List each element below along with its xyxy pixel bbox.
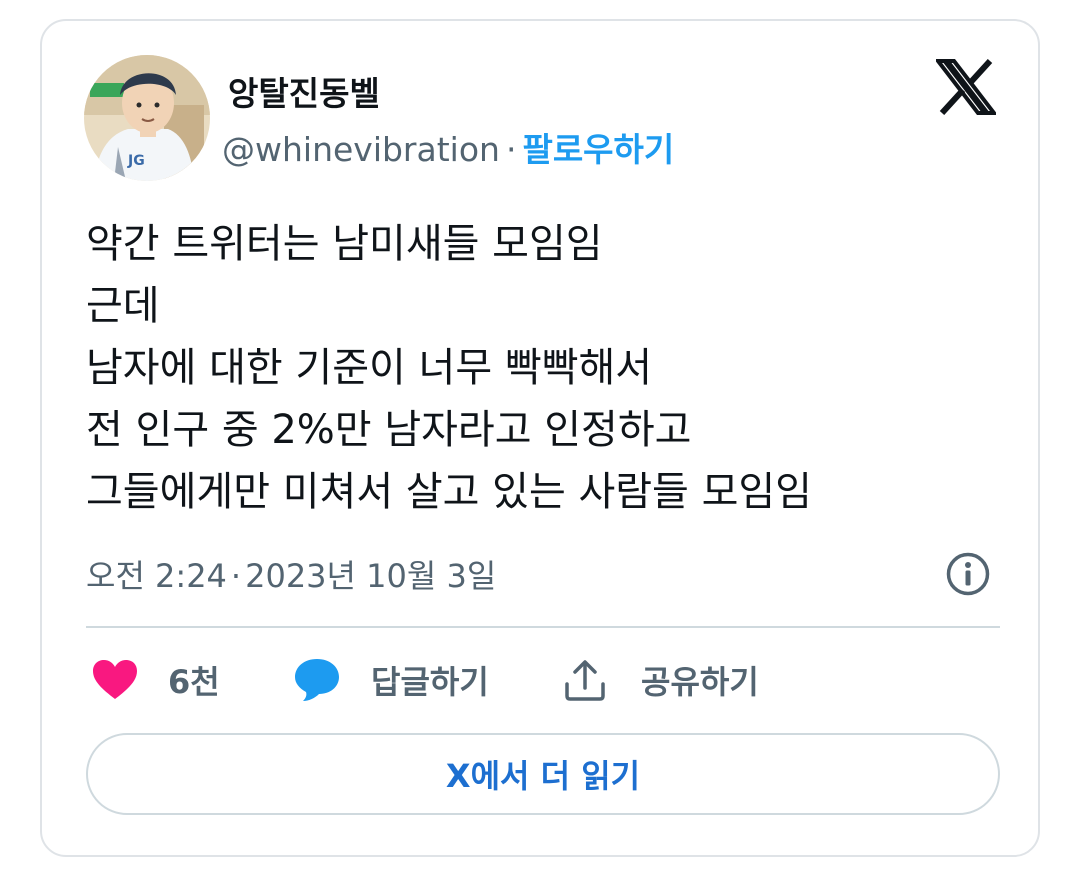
tweet-line: 그들에게만 미쳐서 살고 있는 사람들 모임임 [86, 469, 812, 515]
read-more-label: X에서 더 읽기 [445, 757, 641, 795]
follow-button[interactable]: 팔로우하기 [522, 130, 674, 169]
avatar-image: JG [84, 55, 210, 181]
share-button[interactable]: 공유하기 [563, 658, 759, 702]
divider [86, 626, 1000, 628]
share-upload-icon [565, 660, 605, 701]
like-count: 6천 [168, 663, 220, 701]
author-handle-row: @whinevibration · 팔로우하기 [222, 123, 674, 171]
author-avatar[interactable]: JG [84, 55, 210, 181]
tweet-time: 오전 2:24 [86, 557, 227, 595]
tweet-embed-card: JG 앙탈진동벨 @whinevibration · 팔로우하기 약간 트위터는 남… [40, 19, 1040, 857]
share-label: 공유하기 [641, 663, 759, 701]
like-button[interactable]: 6천 [92, 658, 220, 702]
read-more-on-x-button[interactable]: X에서 더 읽기 [86, 733, 1000, 815]
tweet-text: 약간 트위터는 남미새들 모임임 근데 남자에 대한 기준이 너무 빡빡해서 전… [86, 213, 1006, 523]
svg-text:JG: JG [127, 153, 145, 169]
timestamp-separator: · [230, 557, 242, 595]
handle-separator: · [505, 130, 517, 169]
tweet-date: 2023년 10월 3일 [245, 557, 497, 595]
tweet-line: 전 인구 중 2%만 남자라고 인정하고 [86, 407, 692, 453]
heart-icon [93, 660, 137, 699]
reply-button[interactable]: 답글하기 [293, 658, 489, 702]
x-logo-icon[interactable] [933, 58, 999, 116]
tweet-line: 남자에 대한 기준이 너무 빡빡해서 [86, 345, 653, 391]
tweet-timestamp[interactable]: 오전 2:24 · 2023년 10월 3일 [86, 551, 496, 597]
speech-bubble-icon [295, 659, 339, 701]
reply-label: 답글하기 [371, 663, 489, 701]
tweet-line: 근데 [86, 283, 160, 329]
author-handle[interactable]: @whinevibration [222, 130, 500, 169]
tweet-line: 약간 트위터는 남미새들 모임임 [86, 221, 603, 267]
author-display-name[interactable]: 앙탈진동벨 [228, 67, 380, 115]
info-icon[interactable] [945, 551, 991, 597]
